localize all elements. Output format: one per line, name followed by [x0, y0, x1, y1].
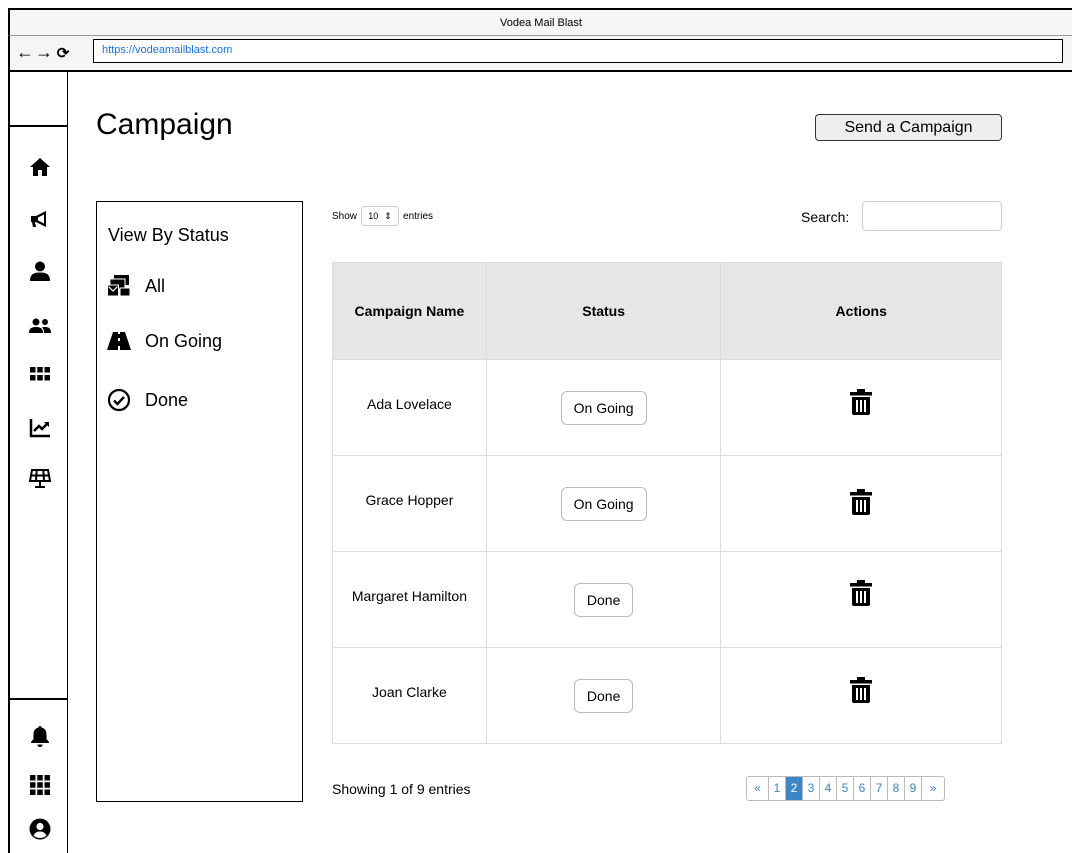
forward-arrow-icon[interactable]: → — [35, 42, 54, 63]
pagination-page[interactable]: 5 — [837, 777, 854, 800]
pagination-page[interactable]: 1 — [769, 777, 786, 800]
table-row: Ada Lovelace On Going — [332, 359, 1002, 456]
status-badge[interactable]: Done — [573, 582, 634, 617]
home-icon[interactable] — [27, 154, 53, 180]
chart-icon[interactable] — [27, 414, 53, 440]
pagination-page[interactable]: 4 — [820, 777, 837, 800]
status-filter-ongoing-label: On Going — [145, 330, 223, 351]
apps-icon[interactable] — [27, 361, 53, 387]
status-filter-panel: View By Status All On Going Done — [96, 201, 303, 802]
pagination-page[interactable]: 6 — [854, 777, 871, 800]
trash-icon[interactable] — [850, 677, 873, 703]
campaign-name-cell: Grace Hopper — [332, 455, 487, 552]
bell-icon[interactable] — [27, 723, 53, 749]
address-bar[interactable]: https://vodeamailblast.com — [93, 39, 1063, 63]
show-label: Show — [332, 210, 358, 222]
actions-cell — [720, 455, 1002, 552]
status-filter-done-label: Done — [145, 389, 189, 410]
campaign-name-cell: Ada Lovelace — [332, 359, 487, 456]
select-updown-icon: ⇕ — [384, 210, 392, 221]
reload-icon[interactable]: ⟳ — [54, 44, 73, 62]
column-header-campaign-name[interactable]: Campaign Name — [332, 262, 487, 360]
user-icon[interactable] — [27, 258, 53, 284]
mail-bulk-icon — [107, 275, 131, 297]
table-row: Grace Hopper On Going — [332, 455, 1002, 552]
users-icon[interactable] — [27, 312, 53, 338]
campaign-table: Campaign Name Status Actions Ada Lovelac… — [332, 262, 1002, 744]
nav-controls: ←→ ⟳ — [16, 42, 73, 63]
trash-icon[interactable] — [850, 389, 873, 415]
entries-value: 10 — [368, 211, 379, 221]
actions-cell — [720, 647, 1002, 744]
status-cell: On Going — [485, 359, 722, 456]
pagination: « 1 2 3 4 5 6 7 8 9 » — [746, 776, 945, 801]
status-cell: Done — [485, 551, 722, 648]
pagination-page[interactable]: 9 — [905, 777, 922, 800]
status-panel-heading: View By Status — [108, 225, 229, 245]
status-filter-all[interactable]: All — [107, 274, 165, 298]
campaign-name-cell: Joan Clarke — [332, 647, 487, 744]
check-circle-icon — [107, 388, 131, 412]
column-header-actions: Actions — [720, 262, 1002, 360]
pagination-prev[interactable]: « — [747, 777, 769, 800]
table-header-row: Campaign Name Status Actions — [332, 262, 1002, 360]
status-filter-all-label: All — [145, 275, 166, 296]
pagination-page[interactable]: 7 — [871, 777, 888, 800]
sidebar-divider-top — [10, 125, 68, 127]
column-header-status[interactable]: Status — [485, 262, 722, 360]
status-filter-ongoing[interactable]: On Going — [107, 329, 222, 353]
status-cell: Done — [485, 647, 722, 744]
search-label: Search: — [801, 209, 850, 225]
entries-select[interactable]: 10 ⇕ — [361, 206, 400, 226]
campaign-name-cell: Margaret Hamilton — [332, 551, 487, 648]
account-icon[interactable] — [27, 816, 53, 842]
window-title: Vodea Mail Blast — [8, 8, 1072, 36]
actions-cell — [720, 359, 1002, 456]
table-row: Margaret Hamilton Done — [332, 551, 1002, 648]
status-badge[interactable]: On Going — [560, 486, 647, 521]
app-sidebar — [8, 72, 68, 853]
status-badge[interactable]: Done — [573, 678, 634, 713]
send-campaign-button[interactable]: Send a Campaign — [815, 114, 1002, 141]
browser-navbar: ←→ ⟳ https://vodeamailblast.com — [8, 36, 1072, 72]
back-arrow-icon[interactable]: ← — [16, 42, 35, 63]
road-icon — [107, 332, 131, 350]
showing-entries-text: Showing 1 of 9 entries — [332, 781, 471, 797]
status-cell: On Going — [485, 455, 722, 552]
show-entries-control: Show 10 ⇕ entries — [332, 206, 433, 226]
status-badge[interactable]: On Going — [560, 390, 647, 425]
pagination-page-active[interactable]: 2 — [786, 777, 803, 800]
entries-label: entries — [403, 210, 434, 222]
solar-panel-icon[interactable] — [27, 466, 53, 492]
status-filter-done[interactable]: Done — [107, 388, 188, 412]
pagination-page[interactable]: 8 — [888, 777, 905, 800]
search-input[interactable] — [862, 201, 1002, 231]
pagination-next[interactable]: » — [922, 777, 944, 800]
page-title: Campaign — [96, 108, 233, 141]
sidebar-divider-bottom — [10, 698, 68, 700]
actions-cell — [720, 551, 1002, 648]
pagination-page[interactable]: 3 — [803, 777, 820, 800]
trash-icon[interactable] — [850, 580, 873, 606]
trash-icon[interactable] — [850, 489, 873, 515]
grid-icon[interactable] — [27, 772, 53, 798]
megaphone-icon[interactable] — [27, 206, 53, 232]
table-row: Joan Clarke Done — [332, 647, 1002, 744]
